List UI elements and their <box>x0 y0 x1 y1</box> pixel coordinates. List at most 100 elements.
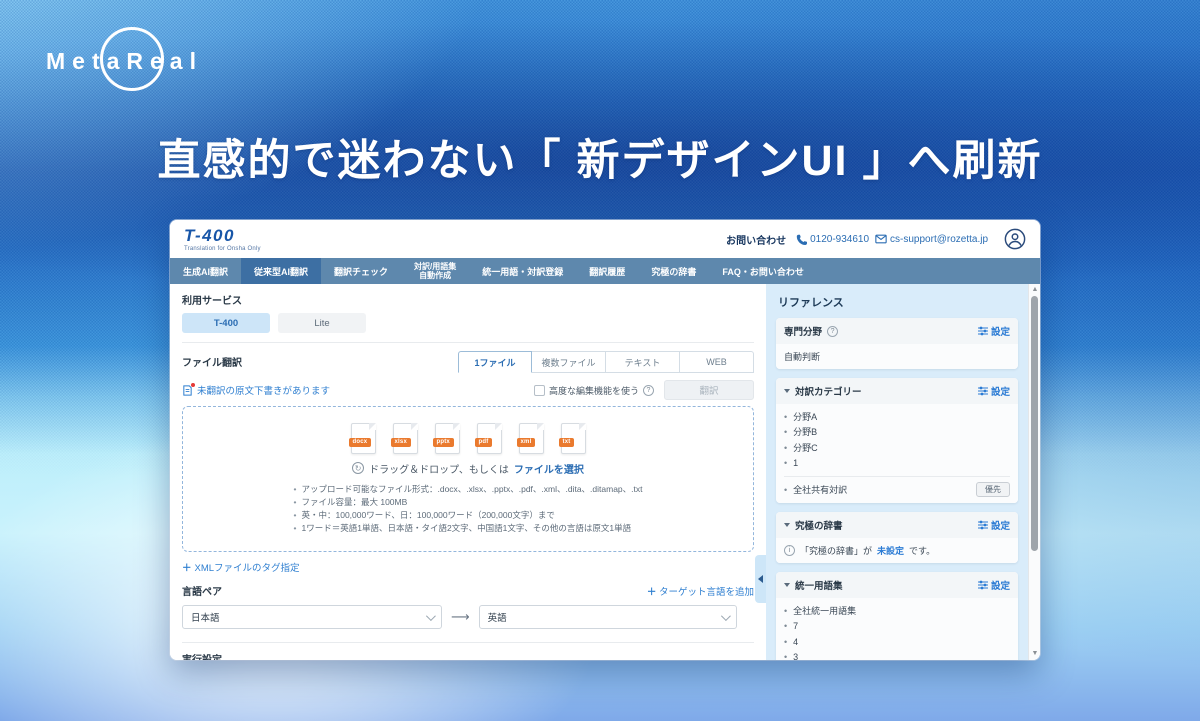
main-content: 利用サービス T-400 Lite ファイル翻訳 1ファイル 複数ファイル テキ… <box>170 284 766 660</box>
nav-translation-check[interactable]: 翻訳チェック <box>321 258 401 284</box>
advanced-edit-label: 高度な編集機能を使う <box>549 384 639 397</box>
dictionary-title: 究極の辞書 <box>795 518 843 532</box>
file-type-icons: docx xlsx pptx pdf xml txt <box>351 423 586 454</box>
file-dropzone[interactable]: docx xlsx pptx pdf xml txt ↻ ドラッグ＆ドロップ、も… <box>182 406 754 552</box>
caret-down-icon[interactable] <box>784 583 790 587</box>
file-select-link[interactable]: ファイルを選択 <box>514 461 584 476</box>
arrow-right-icon: ⟶ <box>451 609 470 625</box>
t400-logo[interactable]: T-400 Translation for Onsha Only <box>184 227 261 252</box>
category-setting-link[interactable]: 設定 <box>978 384 1010 398</box>
help-icon[interactable]: ? <box>643 385 654 396</box>
sidebar-title: リファレンス <box>778 294 1018 310</box>
tune-icon <box>978 386 988 396</box>
plus-icon: ＋ <box>182 560 192 574</box>
translate-button[interactable]: 翻訳 <box>664 380 754 400</box>
language-pair-title: 言語ペア <box>182 583 222 598</box>
tab-web[interactable]: WEB <box>680 351 754 373</box>
file-mode-tabs: 1ファイル 複数ファイル テキスト WEB <box>458 351 754 373</box>
reference-sidebar: リファレンス 専門分野 ? 設定 自動判断 対訳カテゴリー <box>766 284 1028 660</box>
speciality-card: 専門分野 ? 設定 自動判断 <box>776 318 1018 369</box>
tab-multi-file[interactable]: 複数ファイル <box>532 351 606 373</box>
glossary-setting-link[interactable]: 設定 <box>978 578 1010 592</box>
divider <box>784 476 1010 477</box>
contact-info: お問い合わせ 0120-934610 cs-support@rozetta.jp <box>726 228 1026 250</box>
dictionary-card: 究極の辞書 設定 i 「究極の辞書」が未設定です。 <box>776 512 1018 563</box>
nav-history[interactable]: 翻訳履歴 <box>576 258 638 284</box>
info-icon: i <box>784 545 795 556</box>
phone-link[interactable]: 0120-934610 <box>796 234 869 245</box>
tune-icon <box>978 326 988 336</box>
dropzone-caption: ドラッグ＆ドロップ、もしくは <box>369 461 509 476</box>
upload-note: ファイル容量：最大 100MB <box>294 496 643 509</box>
page-headline: 直感的で迷わない「 新デザインUI 」へ刷新 <box>0 126 1200 188</box>
add-target-language-link[interactable]: ＋ ターゲット言語を追加 <box>647 584 754 598</box>
dictionary-setting-link[interactable]: 設定 <box>978 518 1010 532</box>
nav-faq[interactable]: FAQ・お問い合わせ <box>709 258 817 284</box>
glossary-item: 4 <box>784 635 1010 650</box>
service-toggle: T-400 Lite <box>182 313 754 333</box>
dictionary-status: i 「究極の辞書」が未設定です。 <box>784 544 1010 557</box>
upload-icon: ↻ <box>352 462 364 474</box>
glossary-card: 統一用語集 設定 全社統一用語集 7 4 3 1 個人統一用語集 <box>776 572 1018 660</box>
scrollbar-thumb[interactable] <box>1031 296 1038 551</box>
glossary-item: 全社統一用語集 <box>784 604 1010 619</box>
advanced-edit-checkbox[interactable] <box>534 385 545 396</box>
phone-icon <box>796 234 807 245</box>
glossary-list: 全社統一用語集 7 4 3 1 個人統一用語集 グループ統一用語 <box>784 604 1010 660</box>
nav-ultimate-dictionary[interactable]: 究極の辞書 <box>638 258 709 284</box>
file-translation-title: ファイル翻訳 <box>182 354 458 373</box>
user-avatar-icon[interactable] <box>1004 228 1026 250</box>
draft-link[interactable]: 未翻訳の原文下書きがあります <box>182 383 330 397</box>
category-card: 対訳カテゴリー 設定 分野A 分野B 分野C 1 <box>776 378 1018 503</box>
nav-term-registration[interactable]: 統一用語・対訳登録 <box>469 258 576 284</box>
scroll-up-icon[interactable]: ▲ <box>1029 285 1040 295</box>
speciality-setting-link[interactable]: 設定 <box>978 324 1010 338</box>
glossary-item: 3 <box>784 650 1010 660</box>
advanced-edit-checkbox-row: 高度な編集機能を使う ? <box>534 384 654 397</box>
window-scrollbar[interactable]: ▲ ▼ <box>1028 284 1040 660</box>
source-language-select[interactable]: 日本語 <box>182 605 442 629</box>
email-link[interactable]: cs-support@rozetta.jp <box>875 234 988 245</box>
target-language-select[interactable]: 英語 <box>479 605 737 629</box>
service-option-t400[interactable]: T-400 <box>182 313 270 333</box>
chevron-down-icon <box>721 611 731 621</box>
category-item: 分野C <box>784 441 1010 456</box>
app-screenshot-window: T-400 Translation for Onsha Only お問い合わせ … <box>170 220 1040 660</box>
xlsx-file-icon: xlsx <box>393 423 418 454</box>
category-title: 対訳カテゴリー <box>795 384 862 398</box>
tune-icon <box>978 520 988 530</box>
docx-file-icon: docx <box>351 423 376 454</box>
service-section-label: 利用サービス <box>182 292 754 307</box>
glossary-item: 7 <box>784 619 1010 634</box>
logo-ring-icon <box>100 27 164 91</box>
nav-auto-glossary[interactable]: 対訳/用語集 自動作成 <box>401 258 469 284</box>
help-icon[interactable]: ? <box>827 326 838 337</box>
contact-label: お問い合わせ <box>726 232 786 247</box>
divider <box>182 642 754 643</box>
scroll-down-icon[interactable]: ▼ <box>1029 649 1040 659</box>
xml-tag-link[interactable]: ＋ XMLファイルのタグ指定 <box>182 560 300 574</box>
nav-conventional-ai[interactable]: 従来型AI翻訳 <box>241 258 321 284</box>
notification-dot <box>191 383 195 387</box>
glossary-title: 統一用語集 <box>795 578 843 592</box>
chevron-down-icon <box>426 611 436 621</box>
draft-document-icon <box>182 385 193 396</box>
category-list: 分野A 分野B 分野C 1 <box>784 410 1010 471</box>
pptx-file-icon: pptx <box>435 423 460 454</box>
caret-down-icon[interactable] <box>784 389 790 393</box>
upload-notes: アップロード可能なファイル形式：.docx、.xlsx、.pptx、.pdf、.… <box>294 483 643 536</box>
tab-text[interactable]: テキスト <box>606 351 680 373</box>
txt-file-icon: txt <box>561 423 586 454</box>
category-item: 分野B <box>784 425 1010 440</box>
upload-note: アップロード可能なファイル形式：.docx、.xlsx、.pptx、.pdf、.… <box>294 483 643 496</box>
tab-single-file[interactable]: 1ファイル <box>458 351 532 373</box>
execution-title: 実行設定 <box>182 651 754 660</box>
caret-down-icon[interactable] <box>784 523 790 527</box>
service-option-lite[interactable]: Lite <box>278 313 366 333</box>
plus-icon: ＋ <box>647 587 659 598</box>
upload-note: 1ワード＝英語1単語、日本語・タイ語2文字、中国語1文字、その他の言語は原文1単… <box>294 522 643 535</box>
app-topbar: T-400 Translation for Onsha Only お問い合わせ … <box>170 220 1040 258</box>
priority-badge[interactable]: 優先 <box>976 482 1010 497</box>
nav-generative-ai[interactable]: 生成AI翻訳 <box>170 258 241 284</box>
sidebar-collapse-handle[interactable] <box>755 555 766 603</box>
